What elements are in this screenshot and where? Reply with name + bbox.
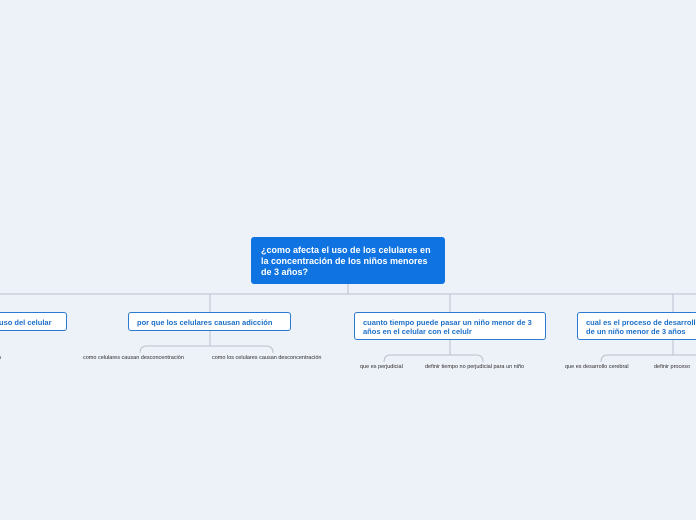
subtopic[interactable]: que es desarrollo cerebral	[565, 364, 629, 370]
subtopic[interactable]: definir proceso	[654, 364, 690, 370]
subtopic[interactable]: n	[0, 355, 1, 361]
subtopic[interactable]: como celulares causan desconcentración	[83, 355, 184, 361]
connector-children-3	[600, 340, 696, 363]
branch-proceso-desarrollo[interactable]: cual es el proceso de desarrollo de un n…	[577, 312, 696, 340]
mind-map-canvas: ¿como afecta el uso de los celulares en …	[0, 0, 696, 520]
branch-cuanto-tiempo[interactable]: cuanto tiempo puede pasar un niño menor …	[354, 312, 546, 340]
branch-label: cuanto tiempo puede pasar un niño menor …	[363, 318, 532, 336]
branch-label: por que los celulares causan adicción	[137, 318, 273, 327]
subtopic[interactable]: definir tiempo no perjudicial para un ni…	[425, 364, 524, 370]
branch-label: cual es el proceso de desarrollo de un n…	[586, 318, 696, 336]
branch-uso-del-celular[interactable]: uso del celular	[0, 312, 67, 331]
central-topic-text: ¿como afecta el uso de los celulares en …	[261, 245, 431, 277]
central-topic[interactable]: ¿como afecta el uso de los celulares en …	[251, 237, 445, 284]
subtopic[interactable]: que es perjudicial	[360, 364, 403, 370]
connector-children-2	[383, 340, 484, 363]
branch-por-que-adiccion[interactable]: por que los celulares causan adicción	[128, 312, 291, 331]
subtopic[interactable]: como los celulares causan desconcentraci…	[212, 355, 321, 361]
branch-label: uso del celular	[0, 318, 52, 327]
connector-children-1	[139, 331, 274, 354]
